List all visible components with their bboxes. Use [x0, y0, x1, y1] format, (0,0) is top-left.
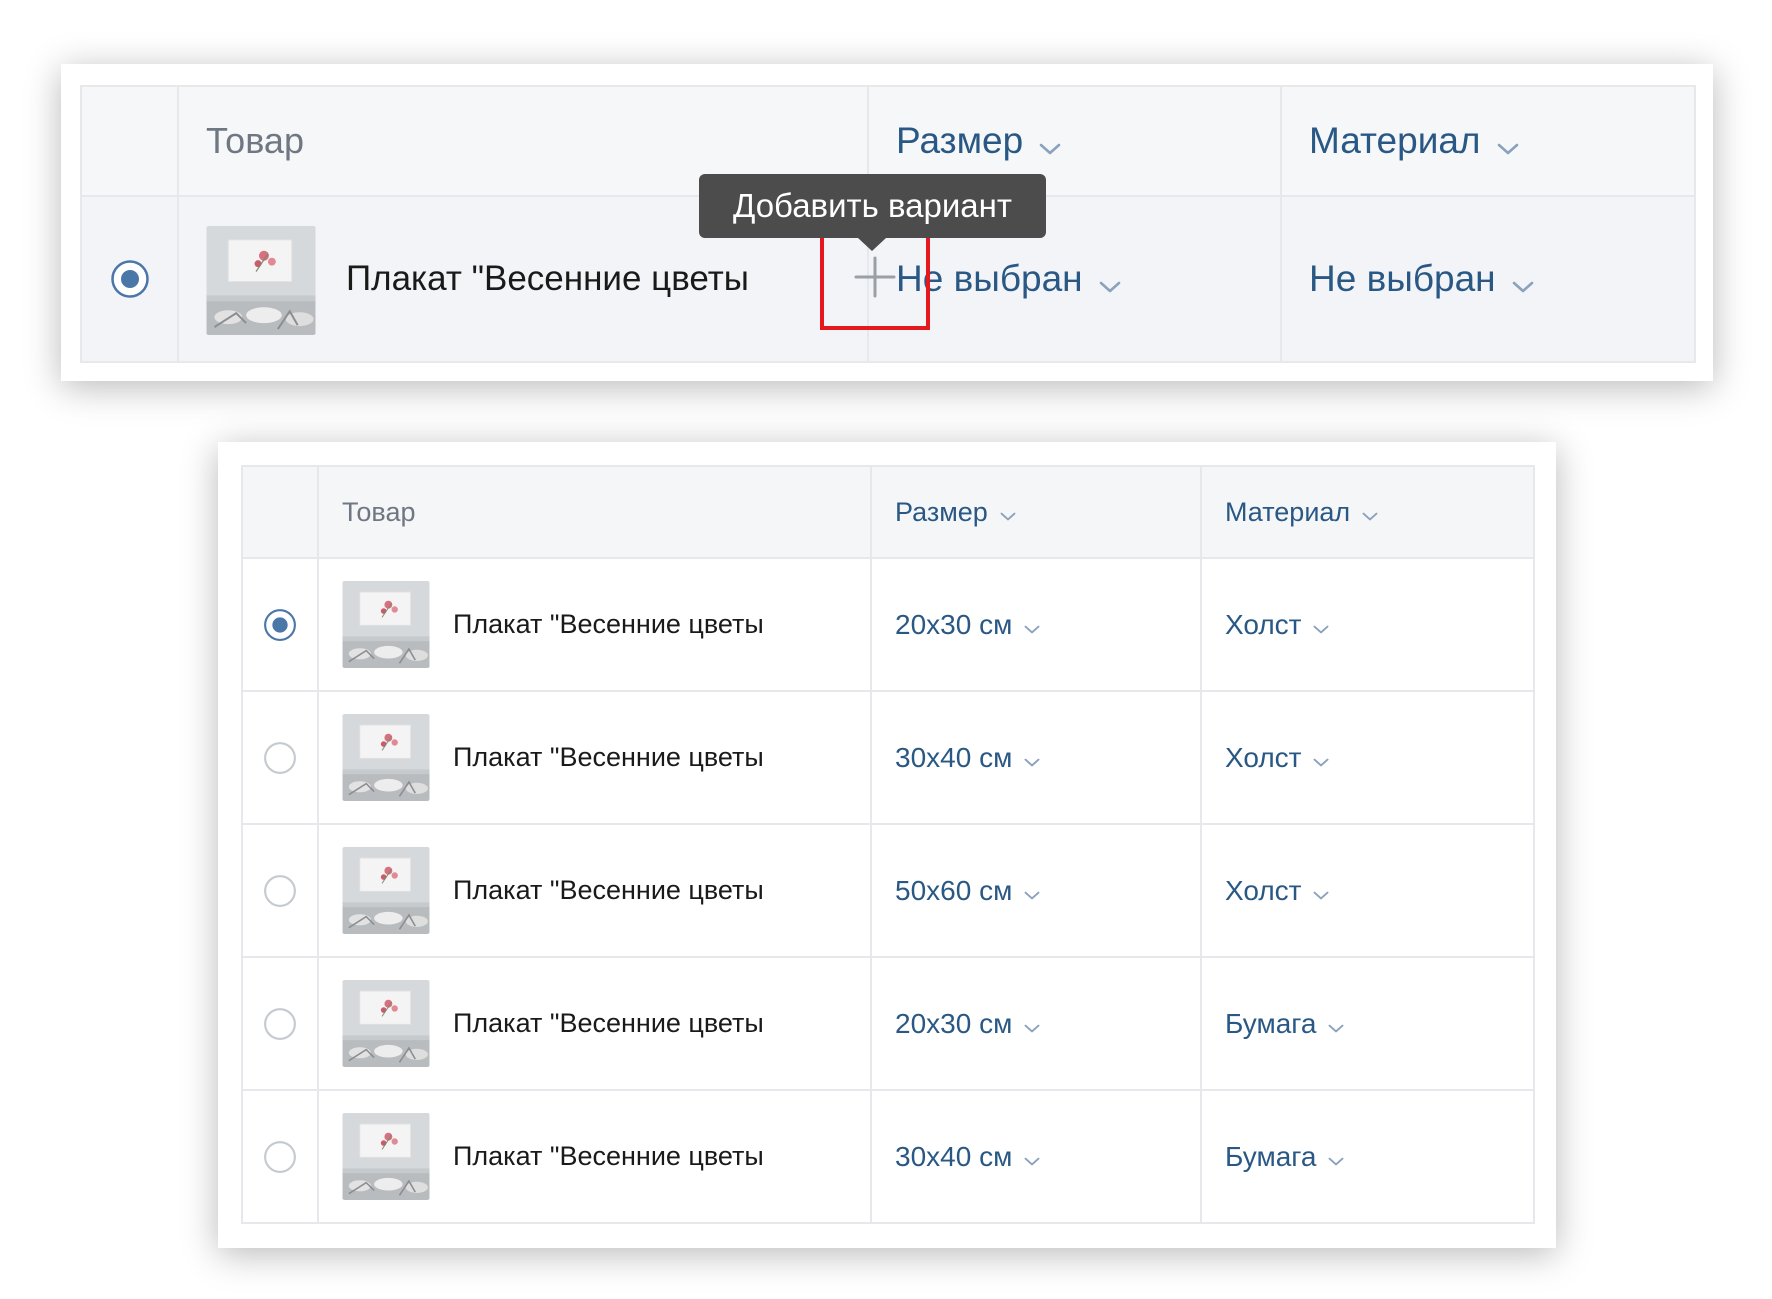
row-select-cell	[241, 1089, 319, 1224]
table-row: Плакат "Весенние цветы 30x40 см Холст	[241, 690, 1535, 825]
material-cell[interactable]: Холст	[1200, 557, 1535, 692]
size-cell[interactable]: 20x30 см	[870, 557, 1202, 692]
header-material-label[interactable]: Материал	[1282, 120, 1481, 161]
product-thumbnail	[342, 581, 430, 668]
header-material-label[interactable]: Материал	[1202, 497, 1350, 527]
row-select-cell	[241, 956, 319, 1091]
material-cell[interactable]: Холст	[1200, 690, 1535, 825]
top-panel: Товар Размер Материал Плакат "Весенние ц…	[61, 64, 1713, 381]
header-size-label[interactable]: Размер	[872, 497, 988, 527]
size-select[interactable]: 50x60 см	[872, 875, 1012, 906]
header-material[interactable]: Материал	[1200, 465, 1535, 559]
table-row: Плакат "Весенние цветы 20x30 см Бумага	[241, 956, 1535, 1091]
chevron-down-icon	[1313, 891, 1329, 900]
radio-checked[interactable]	[263, 608, 297, 642]
radio-unchecked[interactable]	[263, 1140, 297, 1174]
product-name: Плакат "Весенние цветы	[346, 259, 749, 298]
table-row: Плакат "Весенние цветы 30x40 см Бумага	[241, 1089, 1535, 1224]
material-cell[interactable]: Бумага	[1200, 956, 1535, 1091]
product-cell: Плакат "Весенние цветы	[317, 823, 872, 958]
product-thumbnail	[206, 226, 316, 335]
product-cell: Плакат "Весенние цветы	[317, 1089, 872, 1224]
plus-icon	[854, 256, 896, 297]
radio-unchecked[interactable]	[263, 741, 297, 775]
chevron-down-icon	[1313, 758, 1329, 767]
chevron-down-icon	[1000, 512, 1016, 521]
product-cell: Плакат "Весенние цветы	[317, 956, 872, 1091]
header-select-cell	[80, 85, 179, 197]
chevron-down-icon	[1024, 1157, 1040, 1166]
product-thumbnail	[342, 714, 430, 801]
chevron-down-icon	[1328, 1024, 1344, 1033]
header-product-label: Товар	[342, 496, 416, 527]
product-name: Плакат "Весенние цветы	[453, 875, 764, 905]
size-cell[interactable]: 30x40 см	[870, 1089, 1202, 1224]
product-name: Плакат "Весенние цветы	[453, 742, 764, 772]
tooltip: Добавить вариант	[699, 174, 1046, 238]
bottom-panel: Товар Размер Материал Плакат "Весенние ц…	[218, 442, 1556, 1248]
header-size-label[interactable]: Размер	[869, 120, 1023, 161]
material-cell[interactable]: Бумага	[1200, 1089, 1535, 1224]
chevron-down-icon	[1024, 1024, 1040, 1033]
chevron-down-icon	[1362, 512, 1378, 521]
material-cell[interactable]: Холст	[1200, 823, 1535, 958]
header-product: Товар	[317, 465, 872, 559]
product-cell: Плакат "Весенние цветы	[317, 557, 872, 692]
header-product-label: Товар	[206, 120, 304, 161]
product-name: Плакат "Весенние цветы	[453, 609, 764, 639]
chevron-down-icon	[1024, 758, 1040, 767]
size-select[interactable]: 20x30 см	[872, 1008, 1012, 1039]
material-select[interactable]: Бумага	[1202, 1141, 1316, 1172]
material-select[interactable]: Бумага	[1202, 1008, 1316, 1039]
size-select[interactable]: 30x40 см	[872, 1141, 1012, 1172]
row-select-cell	[80, 195, 179, 363]
table-row: Плакат "Весенние цветы 50x60 см Холст	[241, 823, 1535, 958]
product-name: Плакат "Весенние цветы	[453, 1008, 764, 1038]
tooltip-arrow	[858, 238, 886, 251]
header-select-cell	[241, 465, 319, 559]
chevron-down-icon	[1512, 281, 1534, 293]
row-select-cell	[241, 557, 319, 692]
product-thumbnail	[342, 847, 430, 934]
material-cell[interactable]: Не выбран	[1280, 195, 1696, 363]
chevron-down-icon	[1039, 143, 1061, 155]
radio-unchecked[interactable]	[263, 1007, 297, 1041]
material-select[interactable]: Холст	[1202, 609, 1301, 640]
chevron-down-icon	[1328, 1157, 1344, 1166]
chevron-down-icon	[1099, 281, 1121, 293]
material-select[interactable]: Холст	[1202, 742, 1301, 773]
size-select[interactable]: 30x40 см	[872, 742, 1012, 773]
chevron-down-icon	[1024, 891, 1040, 900]
product-name: Плакат "Весенние цветы	[453, 1141, 764, 1171]
chevron-down-icon	[1024, 625, 1040, 634]
header-material[interactable]: Материал	[1280, 85, 1696, 197]
product-cell: Плакат "Весенние цветы	[317, 690, 872, 825]
chevron-down-icon	[1313, 625, 1329, 634]
radio-checked[interactable]	[110, 259, 150, 299]
table-header-row: Товар Размер Материал	[241, 465, 1535, 559]
row-select-cell	[241, 823, 319, 958]
size-select[interactable]: 20x30 см	[872, 609, 1012, 640]
products-table-bottom: Товар Размер Материал Плакат "Весенние ц…	[241, 465, 1535, 1224]
table-row: Плакат "Весенние цветы 20x30 см Холст	[241, 557, 1535, 692]
chevron-down-icon	[1497, 143, 1519, 155]
size-cell[interactable]: 30x40 см	[870, 690, 1202, 825]
size-cell[interactable]: 20x30 см	[870, 956, 1202, 1091]
material-select[interactable]: Не выбран	[1282, 258, 1496, 299]
product-thumbnail	[342, 980, 430, 1067]
radio-unchecked[interactable]	[263, 874, 297, 908]
product-thumbnail	[342, 1113, 430, 1200]
header-size[interactable]: Размер	[870, 465, 1202, 559]
material-select[interactable]: Холст	[1202, 875, 1301, 906]
row-select-cell	[241, 690, 319, 825]
size-cell[interactable]: 50x60 см	[870, 823, 1202, 958]
